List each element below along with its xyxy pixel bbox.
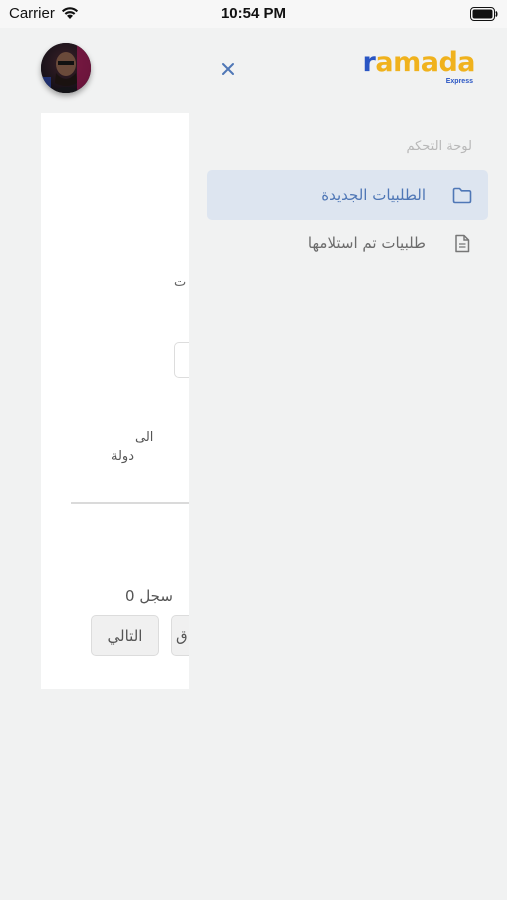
avatar[interactable]: [41, 43, 91, 93]
folder-icon: [452, 185, 472, 205]
previous-button[interactable]: ق: [171, 615, 189, 656]
clock: 10:54 PM: [220, 5, 287, 22]
sidebar-item-received-orders[interactable]: طلبيات تم استلامها: [207, 218, 488, 268]
partial-label: ت: [174, 275, 187, 290]
column-header-line2: دولة: [111, 449, 134, 464]
section-title: لوحة التحكم: [406, 139, 472, 154]
battery-icon: [470, 6, 498, 25]
logo-subtitle: Express: [445, 78, 473, 85]
column-header-line1: الى: [135, 430, 154, 445]
next-button[interactable]: التالي: [91, 615, 159, 656]
sidebar-drawer: ramada Express لوحة التحكم الطلبيات الجد…: [189, 28, 507, 900]
records-count: 0 سجل: [125, 587, 173, 605]
content-card: ت الى دولة 0 سجل التالي ق: [41, 113, 189, 689]
sidebar-item-label: طلبيات تم استلامها: [307, 234, 426, 252]
sidebar-item-new-orders[interactable]: الطلبيات الجديدة: [207, 170, 488, 220]
partial-input[interactable]: [174, 342, 189, 378]
sidebar-item-label: الطلبيات الجديدة: [321, 186, 426, 204]
document-icon: [452, 233, 472, 253]
close-icon: [221, 61, 235, 80]
logo-text: ramada: [362, 47, 476, 78]
close-button[interactable]: [216, 58, 240, 82]
status-bar: Carrier 10:54 PM: [0, 0, 507, 28]
logo: ramada Express: [363, 47, 476, 87]
divider: [71, 502, 189, 504]
